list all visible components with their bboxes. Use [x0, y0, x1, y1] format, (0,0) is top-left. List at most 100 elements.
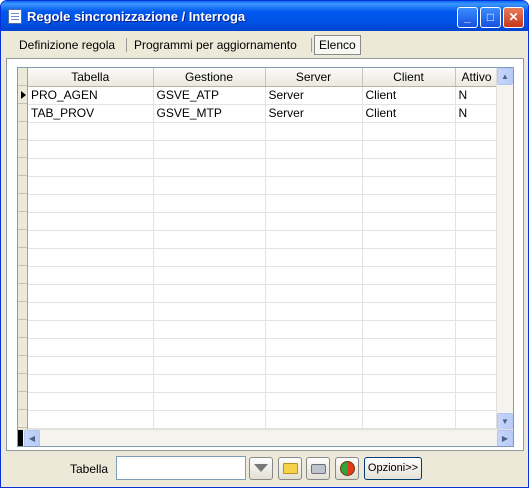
tabella-search-input[interactable] [116, 456, 246, 480]
grid-body: PRO_AGEN GSVE_ATP Server Client N TAB_PR… [28, 86, 499, 429]
empty-table-row [28, 230, 499, 249]
empty-cell [28, 158, 154, 177]
close-button[interactable]: ✕ [503, 7, 524, 28]
print-button[interactable] [306, 457, 330, 480]
empty-table-row [28, 140, 499, 159]
column-header-server[interactable]: Server [265, 68, 363, 87]
empty-table-row [28, 320, 499, 339]
empty-table-row [28, 122, 499, 141]
empty-table-row [28, 392, 499, 411]
filter-button[interactable] [249, 457, 273, 480]
row-selector[interactable] [18, 374, 27, 392]
empty-cell [265, 266, 363, 285]
empty-cell [362, 284, 456, 303]
empty-cell [153, 356, 266, 375]
cell-tabella[interactable]: TAB_PROV [28, 104, 154, 123]
cell-gestione[interactable]: GSVE_MTP [153, 104, 266, 123]
window-app-icon [8, 9, 22, 24]
empty-cell [362, 392, 456, 411]
empty-cell [153, 338, 266, 357]
scroll-up-button[interactable]: ▲ [497, 68, 513, 85]
empty-cell [265, 158, 363, 177]
cell-server[interactable]: Server [265, 104, 363, 123]
horizontal-scrollbar[interactable]: ◀ ▶ [18, 429, 513, 446]
row-selector[interactable] [18, 230, 27, 248]
cell-attivo[interactable]: N [455, 86, 499, 105]
cell-gestione[interactable]: GSVE_ATP [153, 86, 266, 105]
row-selector[interactable] [18, 284, 27, 302]
options-button[interactable]: Opzioni>> [364, 457, 422, 480]
empty-cell [28, 320, 154, 339]
row-selector[interactable] [18, 338, 27, 356]
table-row[interactable]: TAB_PROV GSVE_MTP Server Client N [28, 104, 499, 123]
open-folder-button[interactable] [278, 457, 302, 480]
empty-cell [362, 410, 456, 429]
row-selector[interactable] [18, 212, 27, 230]
header-row: Tabella Gestione Server Client Attivo [28, 68, 499, 87]
records-grid[interactable]: Tabella Gestione Server Client Attivo PR… [17, 67, 514, 447]
row-selector[interactable] [18, 410, 27, 428]
empty-cell [455, 230, 499, 249]
empty-cell [265, 356, 363, 375]
minimize-button[interactable]: _ [457, 7, 478, 28]
tab-strip: Definizione regola Programmi per aggiorn… [5, 33, 524, 57]
vertical-scrollbar[interactable]: ▲ ▼ [496, 68, 513, 430]
empty-cell [455, 176, 499, 195]
empty-cell [362, 302, 456, 321]
empty-table-row [28, 302, 499, 321]
row-selector[interactable] [18, 176, 27, 194]
cell-client[interactable]: Client [362, 86, 456, 105]
empty-cell [362, 122, 456, 141]
row-selector[interactable] [18, 248, 27, 266]
row-selector[interactable] [18, 158, 27, 176]
row-selector[interactable] [18, 194, 27, 212]
column-header-gestione[interactable]: Gestione [153, 68, 266, 87]
cell-tabella[interactable]: PRO_AGEN [28, 86, 154, 105]
title-bar[interactable]: Regole sincronizzazione / Interroga _ □ … [1, 1, 528, 31]
empty-cell [455, 374, 499, 393]
row-selector[interactable] [18, 104, 27, 122]
row-selector[interactable] [18, 320, 27, 338]
cell-client[interactable]: Client [362, 104, 456, 123]
row-selector[interactable] [18, 68, 27, 86]
tab-elenco[interactable]: Elenco [314, 35, 361, 55]
column-header-tabella[interactable]: Tabella [28, 68, 154, 87]
scroll-right-button[interactable]: ▶ [497, 430, 513, 446]
row-selector[interactable] [18, 266, 27, 284]
cell-attivo[interactable]: N [455, 104, 499, 123]
scroll-down-button[interactable]: ▼ [497, 413, 513, 430]
row-selector[interactable] [18, 140, 27, 158]
row-selector[interactable] [18, 356, 27, 374]
table-row[interactable]: PRO_AGEN GSVE_ATP Server Client N [28, 86, 499, 105]
tab-definizione-regola[interactable]: Definizione regola [13, 35, 121, 55]
maximize-button[interactable]: □ [480, 7, 501, 28]
empty-cell [265, 122, 363, 141]
empty-cell [153, 266, 266, 285]
empty-cell [153, 284, 266, 303]
empty-cell [455, 212, 499, 231]
empty-cell [362, 212, 456, 231]
main-window: Regole sincronizzazione / Interroga _ □ … [0, 0, 529, 488]
chevron-left-icon: ◀ [28, 434, 36, 443]
tab-separator [311, 38, 312, 52]
column-header-client[interactable]: Client [362, 68, 456, 87]
empty-table-row [28, 356, 499, 375]
empty-cell [265, 176, 363, 195]
empty-cell [265, 410, 363, 429]
cell-server[interactable]: Server [265, 86, 363, 105]
row-selector-current[interactable] [18, 86, 27, 104]
tab-programmi-aggiornamento[interactable]: Programmi per aggiornamento [128, 35, 303, 55]
scroll-left-button[interactable]: ◀ [24, 430, 40, 446]
row-selector[interactable] [18, 392, 27, 410]
empty-cell [362, 176, 456, 195]
refresh-button[interactable] [335, 457, 359, 480]
empty-cell [153, 320, 266, 339]
empty-cell [455, 194, 499, 213]
empty-cell [455, 284, 499, 303]
row-selector[interactable] [18, 122, 27, 140]
row-selector[interactable] [18, 302, 27, 320]
empty-cell [455, 266, 499, 285]
empty-table-row [28, 158, 499, 177]
column-header-attivo[interactable]: Attivo [455, 68, 499, 87]
empty-cell [362, 248, 456, 267]
